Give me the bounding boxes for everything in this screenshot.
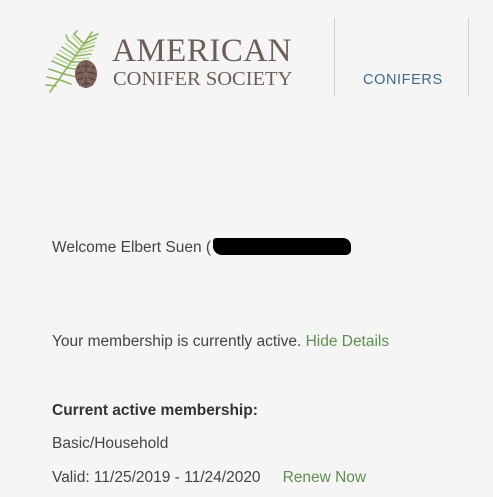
hide-details-link[interactable]: Hide Details [306,333,390,350]
membership-validity: Valid: 11/25/2019 - 11/24/2020 Renew Now [52,469,366,487]
nav-item-conifers[interactable]: CONIFERS [363,72,443,88]
welcome-message: Welcome Elbert Suen ( [52,238,352,257]
membership-type: Basic/Household [52,435,169,452]
welcome-text: Welcome Elbert Suen ( [52,239,212,256]
nav-divider [468,18,469,96]
renew-now-link[interactable]: Renew Now [283,469,367,486]
logo-text-conifer-society: CONIFER SOCIETY [113,68,293,90]
validity-dates: Valid: 11/25/2019 - 11/24/2020 [52,469,261,486]
current-membership-heading: Current active membership: [52,402,258,419]
nav-divider [334,18,335,96]
site-logo[interactable]: AMERICAN CONIFER SOCIETY [44,30,304,96]
site-header: AMERICAN CONIFER SOCIETY CONIFERS [0,0,493,110]
membership-status-text: Your membership is currently active. [52,333,302,350]
membership-status: Your membership is currently active. Hid… [52,333,389,351]
redacted-member-id [213,238,352,255]
conifer-branch-icon [45,30,99,93]
logo-text-american: AMERICAN [112,33,293,69]
